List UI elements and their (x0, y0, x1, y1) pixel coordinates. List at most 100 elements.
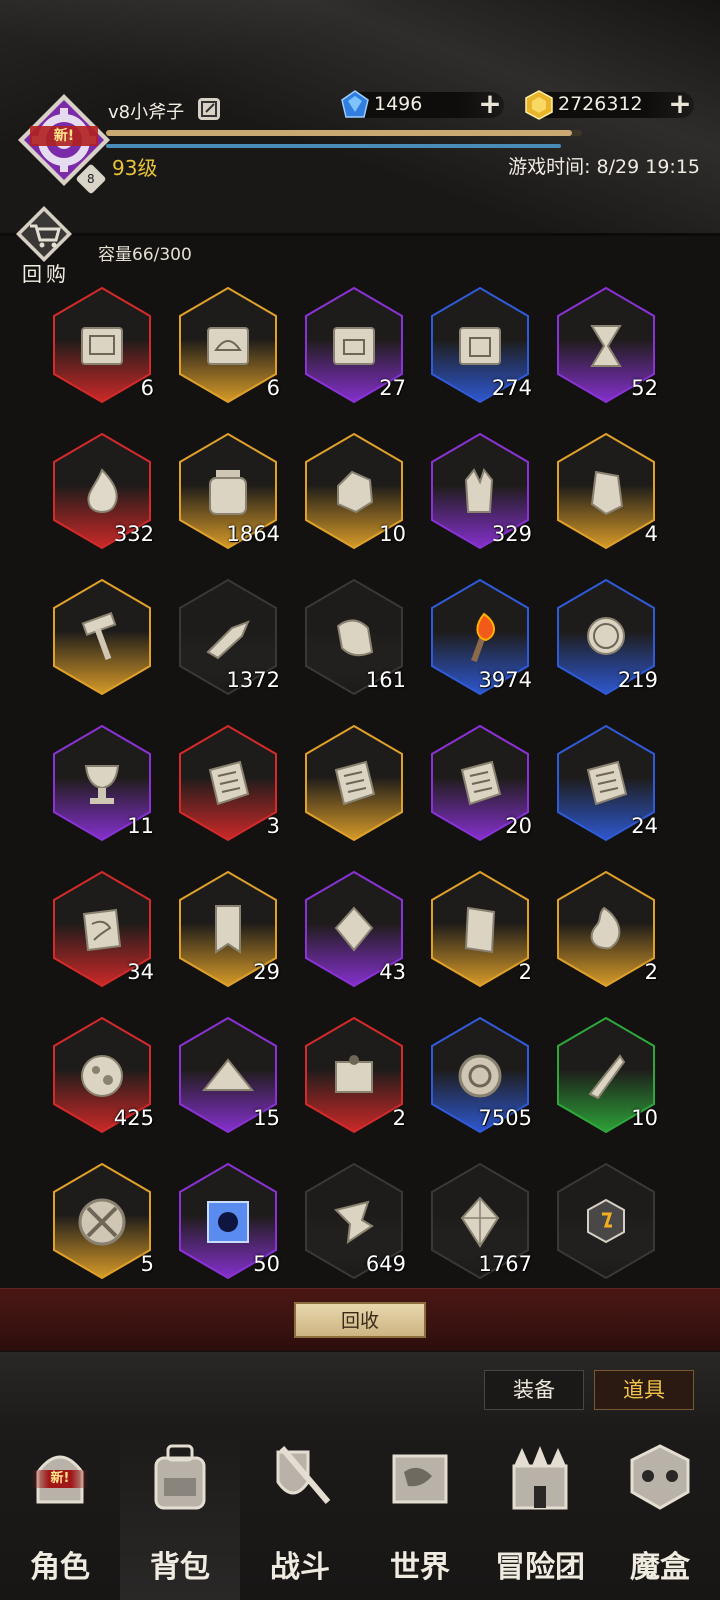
tab-items[interactable]: 道具 (594, 1370, 694, 1410)
item-quantity: 2 (518, 960, 532, 984)
buyback-button[interactable]: 回购 (14, 204, 84, 288)
inventory-slot[interactable]: 29 (176, 868, 280, 1002)
nav-item[interactable]: 战斗 (240, 1430, 360, 1600)
inventory-slot[interactable]: 5 (50, 1160, 154, 1280)
item-quantity: 20 (505, 814, 532, 838)
inventory-slot[interactable] (302, 722, 406, 856)
inventory-slot[interactable]: 20 (428, 722, 532, 856)
inventory-slot[interactable]: 425 (50, 1014, 154, 1148)
item-quantity: 50 (253, 1252, 280, 1276)
nav-item[interactable]: 冒险团 (480, 1430, 600, 1600)
item-quantity: 2 (392, 1106, 406, 1130)
tab-equipment[interactable]: 装备 (484, 1370, 584, 1410)
rune-stone-icon (590, 470, 624, 516)
nav-item[interactable]: 新! 角色 (0, 1430, 120, 1600)
item-quantity: 29 (253, 960, 280, 984)
feather-scroll-icon (206, 620, 250, 660)
inventory-slot[interactable]: 34 (50, 868, 154, 1002)
item-quantity: 3974 (478, 668, 532, 692)
inventory-slot[interactable]: 274 (428, 284, 532, 418)
chest-map-icon (333, 327, 375, 365)
item-quantity: 649 (365, 1252, 406, 1276)
compass-icon (587, 617, 625, 655)
inventory-slot[interactable]: 649 (302, 1160, 406, 1280)
gold-counter: 2726312 + (525, 90, 694, 120)
spiked-scroll-icon (335, 1055, 373, 1093)
inventory-slot[interactable]: 27 (302, 284, 406, 418)
tablet-icon (334, 760, 376, 806)
item-quantity: 6 (266, 376, 280, 400)
inventory-slot[interactable] (50, 576, 154, 710)
inventory-slot[interactable]: 2 (302, 1014, 406, 1148)
inventory-slot[interactable]: 332 (50, 430, 154, 564)
inventory-slot[interactable]: 50 (176, 1160, 280, 1280)
item-quantity: 2 (644, 960, 658, 984)
nav-item[interactable]: 世界 (360, 1430, 480, 1600)
inventory-slot[interactable] (554, 1160, 658, 1280)
inventory-slot[interactable]: 1864 (176, 430, 280, 564)
inventory-slot[interactable]: 43 (302, 868, 406, 1002)
chalice-icon (84, 765, 120, 804)
item-quantity: 1767 (478, 1252, 532, 1276)
experience-bar (106, 130, 582, 136)
secondary-bar (106, 144, 561, 148)
inventory-slot[interactable]: 2 (428, 868, 532, 1002)
inventory-slot[interactable]: 3974 (428, 576, 532, 710)
item-quantity: 34 (127, 960, 154, 984)
nav-label: 战斗 (270, 1550, 330, 1585)
shopping-cart-icon (16, 206, 72, 262)
add-gold-button[interactable]: + (668, 90, 692, 118)
add-gems-button[interactable]: + (478, 90, 502, 118)
inventory-slot[interactable]: 24 (554, 722, 658, 856)
inventory-slot[interactable]: 6 (176, 284, 280, 418)
sand-pile-icon (202, 1058, 254, 1091)
inventory-slot[interactable]: 1372 (176, 576, 280, 710)
nav-label: 魔盒 (630, 1550, 690, 1585)
item-quantity: 6 (140, 376, 154, 400)
inventory-slot[interactable]: 11 (50, 722, 154, 856)
nav-label: 冒险团 (495, 1550, 585, 1585)
nav-label: 角色 (30, 1550, 90, 1585)
recycle-button[interactable]: 回收 (294, 1302, 426, 1338)
player-name: v8小斧子 (108, 102, 185, 123)
shield-sword-icon (276, 1446, 331, 1504)
inventory-slot[interactable]: 10 (554, 1014, 658, 1148)
item-quantity: 329 (491, 522, 532, 546)
bottom-navigation: 新! 角色 背包 战斗 世界 冒险团 魔盒 (0, 1430, 720, 1600)
gold-amount: 2726312 (558, 93, 643, 115)
inventory-slot[interactable]: 6 (50, 284, 154, 418)
edit-name-icon[interactable] (198, 98, 220, 120)
bag-capacity: 容量66/300 (98, 245, 192, 265)
blue-gem-icon (341, 90, 369, 118)
inventory-slot[interactable]: 15 (176, 1014, 280, 1148)
ore-icon (337, 470, 374, 514)
paper-shard-icon (334, 1200, 374, 1245)
inventory-slot[interactable]: 2 (554, 868, 658, 1002)
item-quantity: 3 (266, 814, 280, 838)
nav-item[interactable]: 魔盒 (600, 1430, 720, 1600)
moon-ball-icon (81, 1055, 123, 1097)
inventory-slot[interactable]: 4 (554, 430, 658, 564)
player-level: 93级 (112, 156, 158, 180)
inventory-slot[interactable]: 7505 (428, 1014, 532, 1148)
inventory-slot[interactable]: 1767 (428, 1160, 532, 1280)
inventory-grid: 6 6 27 274 52 332 1864 10 329 4 1372 161 3974 219 11 3 2… (0, 280, 720, 1280)
inventory-slot[interactable]: 329 (428, 430, 532, 564)
inventory-slot[interactable]: 52 (554, 284, 658, 418)
inventory-slot[interactable]: 3 (176, 722, 280, 856)
item-quantity: 11 (127, 814, 154, 838)
crystal-icon (464, 467, 494, 513)
hammer-icon (81, 612, 117, 661)
sword-medal-icon (78, 1198, 126, 1246)
gem-amount: 1496 (374, 93, 423, 115)
treasure-map-icon (207, 327, 249, 365)
bookmark-icon (215, 905, 241, 954)
item-quantity: 1864 (226, 522, 280, 546)
inventory-slot[interactable]: 219 (554, 576, 658, 710)
inventory-slot[interactable]: 161 (302, 576, 406, 710)
inventory-slot[interactable]: 10 (302, 430, 406, 564)
item-quantity: 219 (617, 668, 658, 692)
tablet-icon (586, 760, 628, 806)
nav-item[interactable]: 背包 (120, 1430, 240, 1600)
gem-stone-icon (334, 906, 374, 952)
